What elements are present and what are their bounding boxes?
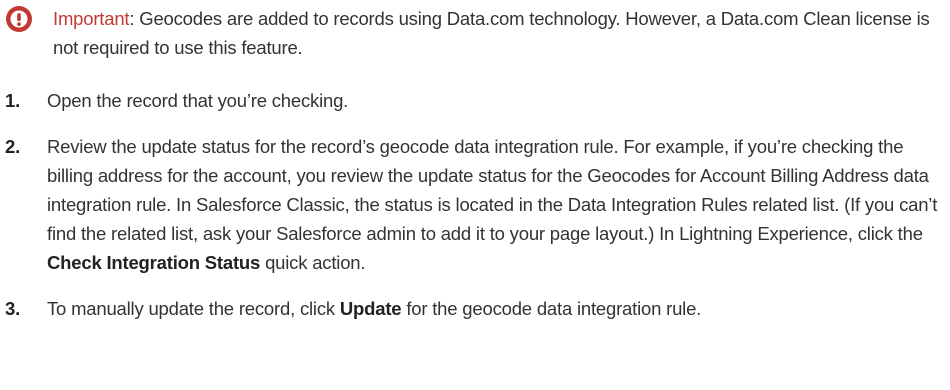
exclamation-circle-icon	[6, 6, 32, 32]
important-note: Important: Geocodes are added to records…	[5, 4, 935, 62]
step-number: 3.	[5, 298, 21, 319]
step-text: Open the record that you’re checking.	[47, 90, 349, 111]
important-label: Important	[53, 8, 130, 29]
update-label: Update	[339, 298, 402, 319]
step-item-1: 1. Open the record that you’re checking.	[5, 86, 940, 115]
step-text: To manually update the record, click	[47, 298, 340, 319]
step-item-2: 2. Review the update status for the reco…	[5, 132, 940, 277]
step-text-after: for the geocode data integration rule.	[401, 298, 702, 319]
check-integration-status-label: Check Integration Status	[47, 252, 261, 273]
important-body: Geocodes are added to records using Data…	[53, 8, 930, 58]
step-number: 1.	[5, 90, 21, 111]
steps-list: 1. Open the record that you’re checking.…	[5, 86, 940, 323]
step-number: 2.	[5, 136, 21, 157]
step-item-3: 3. To manually update the record, click …	[5, 294, 940, 323]
step-text: Review the update status for the record’…	[47, 136, 938, 244]
step-text-after: quick action.	[260, 252, 366, 273]
important-note-text: Important: Geocodes are added to records…	[53, 4, 935, 62]
document-page: Important: Geocodes are added to records…	[0, 0, 950, 390]
